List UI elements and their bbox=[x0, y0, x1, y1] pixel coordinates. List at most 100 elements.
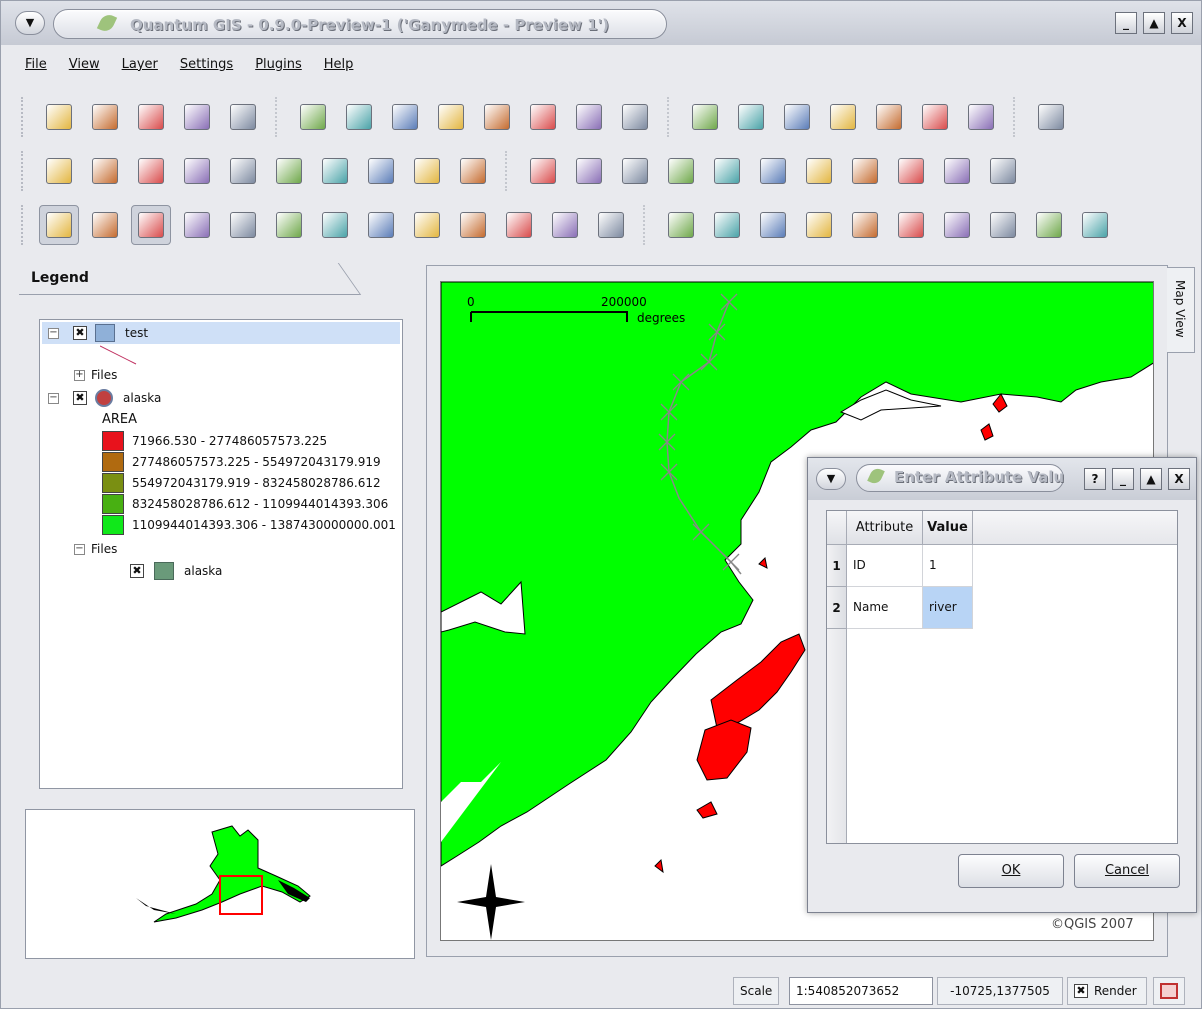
raster-tool-button[interactable] bbox=[661, 205, 701, 245]
show-bookmarks-button[interactable] bbox=[915, 97, 955, 137]
zoom-last-button[interactable] bbox=[569, 97, 609, 137]
row-header[interactable]: 1 bbox=[827, 545, 847, 587]
add-island-button[interactable] bbox=[315, 205, 355, 245]
collapse-icon[interactable]: − bbox=[48, 392, 59, 404]
zoom-in-button[interactable] bbox=[339, 97, 379, 137]
pan-button[interactable] bbox=[293, 97, 333, 137]
dialog-menu-button[interactable]: ▼ bbox=[816, 468, 846, 490]
ok-button[interactable]: OK bbox=[958, 854, 1064, 888]
hide-all-button[interactable] bbox=[845, 151, 885, 191]
tab-map-view[interactable]: Map View bbox=[1167, 267, 1195, 353]
legend-file-alaska[interactable]: ✖ alaska bbox=[130, 560, 222, 582]
legend-files-test[interactable]: + Files bbox=[74, 364, 117, 386]
georeferencer-button[interactable] bbox=[223, 151, 263, 191]
new-project-button[interactable] bbox=[39, 97, 79, 137]
capture-polygon-button[interactable] bbox=[177, 205, 217, 245]
menu-layer[interactable]: Layer bbox=[122, 57, 158, 72]
render-toggle[interactable]: ✖ Render bbox=[1067, 977, 1147, 1005]
scalebar-button[interactable] bbox=[39, 151, 79, 191]
menu-view[interactable]: View bbox=[69, 57, 100, 72]
collapse-icon[interactable]: − bbox=[48, 327, 59, 339]
add-all-overview-button[interactable] bbox=[937, 151, 977, 191]
add-raster-button[interactable] bbox=[569, 151, 609, 191]
toolbar-grip[interactable] bbox=[21, 205, 27, 245]
window-menu-button[interactable]: ▼ bbox=[15, 11, 45, 35]
menu-plugins[interactable]: Plugins bbox=[255, 57, 302, 72]
add-vertex-button[interactable] bbox=[799, 205, 839, 245]
open-project-button[interactable] bbox=[177, 97, 217, 137]
print-button[interactable] bbox=[223, 97, 263, 137]
projection-button[interactable] bbox=[1153, 977, 1185, 1005]
toolbar-grip[interactable] bbox=[21, 97, 27, 137]
toolbar-grip[interactable] bbox=[21, 151, 27, 191]
split-feature-button[interactable] bbox=[407, 205, 447, 245]
show-all-button[interactable] bbox=[799, 151, 839, 191]
north-arrow-plugin-button[interactable] bbox=[315, 151, 355, 191]
legend-layer-alaska[interactable]: − ✖ alaska bbox=[48, 387, 161, 409]
north-arrow-button[interactable] bbox=[131, 151, 171, 191]
zoom-selection-button[interactable] bbox=[477, 97, 517, 137]
measure-line-button[interactable] bbox=[823, 97, 863, 137]
table-cell-attribute[interactable]: ID bbox=[847, 545, 923, 587]
minimize-button[interactable]: _ bbox=[1115, 12, 1137, 34]
refresh-button[interactable] bbox=[615, 97, 655, 137]
help-button[interactable] bbox=[1031, 97, 1071, 137]
identify-button[interactable] bbox=[685, 97, 725, 137]
select-button[interactable] bbox=[937, 205, 977, 245]
delete-selected-button[interactable] bbox=[223, 205, 263, 245]
toggle-editing-button[interactable] bbox=[39, 205, 79, 245]
add-ring-button[interactable] bbox=[269, 205, 309, 245]
legend-files-alaska[interactable]: − Files bbox=[74, 538, 117, 560]
row-header[interactable]: 2 bbox=[827, 587, 847, 629]
select-features-button[interactable] bbox=[731, 97, 771, 137]
menu-settings[interactable]: Settings bbox=[180, 57, 233, 72]
remove-all-overview-button[interactable] bbox=[983, 151, 1023, 191]
delete-part-button[interactable] bbox=[845, 205, 885, 245]
measure-area-button[interactable] bbox=[869, 97, 909, 137]
attribute-table[interactable]: Attribute Value 1 ID 1 2 Name river bbox=[826, 510, 1178, 844]
dialog-maximize-button[interactable]: ▲ bbox=[1140, 468, 1162, 490]
save-project-button[interactable] bbox=[85, 97, 125, 137]
scale-input[interactable]: 1:540852073652 bbox=[789, 977, 933, 1005]
delete-vertex-button[interactable] bbox=[453, 205, 493, 245]
collapse-icon[interactable]: − bbox=[74, 543, 85, 555]
help-button[interactable]: ? bbox=[1084, 468, 1106, 490]
copy-button[interactable] bbox=[545, 205, 585, 245]
new-bookmark-button[interactable] bbox=[961, 97, 1001, 137]
column-header-attribute[interactable]: Attribute bbox=[847, 511, 923, 545]
render-checkbox[interactable]: ✖ bbox=[1074, 984, 1088, 998]
spit-button[interactable] bbox=[453, 151, 493, 191]
table-cell-value[interactable]: 1 bbox=[923, 545, 973, 587]
add-feature-button[interactable] bbox=[983, 205, 1023, 245]
attribute-table-button[interactable] bbox=[777, 97, 817, 137]
paste-button[interactable] bbox=[591, 205, 631, 245]
raster-tool-2-button[interactable] bbox=[707, 205, 747, 245]
wfs-button[interactable] bbox=[407, 151, 447, 191]
zoom-out-button[interactable] bbox=[385, 97, 425, 137]
add-wms-button[interactable] bbox=[661, 151, 701, 191]
stop-render-button[interactable] bbox=[1075, 205, 1115, 245]
menu-help[interactable]: Help bbox=[324, 57, 354, 72]
expand-icon[interactable]: + bbox=[74, 369, 85, 381]
dialog-close-button[interactable]: X bbox=[1168, 468, 1190, 490]
in-overview-button[interactable] bbox=[891, 151, 931, 191]
cut-button[interactable] bbox=[499, 205, 539, 245]
reshape-button[interactable] bbox=[891, 205, 931, 245]
compass-button[interactable] bbox=[361, 151, 401, 191]
table-cell-value-selected[interactable]: river bbox=[923, 587, 973, 629]
capture-line-button[interactable] bbox=[131, 205, 171, 245]
close-button[interactable]: X bbox=[1171, 12, 1193, 34]
overview-map[interactable] bbox=[25, 809, 415, 959]
column-header-value[interactable]: Value bbox=[923, 511, 973, 545]
grid-maker-button[interactable] bbox=[269, 151, 309, 191]
gps-button[interactable] bbox=[177, 151, 217, 191]
capture-point-button[interactable] bbox=[85, 205, 125, 245]
zoom-layer-button[interactable] bbox=[523, 97, 563, 137]
maximize-button[interactable]: ▲ bbox=[1143, 12, 1165, 34]
copyright-button[interactable] bbox=[85, 151, 125, 191]
add-postgis-button[interactable] bbox=[615, 151, 655, 191]
menu-file[interactable]: File bbox=[25, 57, 47, 72]
layer-visibility-checkbox[interactable]: ✖ bbox=[73, 391, 87, 405]
add-vector-button[interactable] bbox=[523, 151, 563, 191]
table-cell-attribute[interactable]: Name bbox=[847, 587, 923, 629]
